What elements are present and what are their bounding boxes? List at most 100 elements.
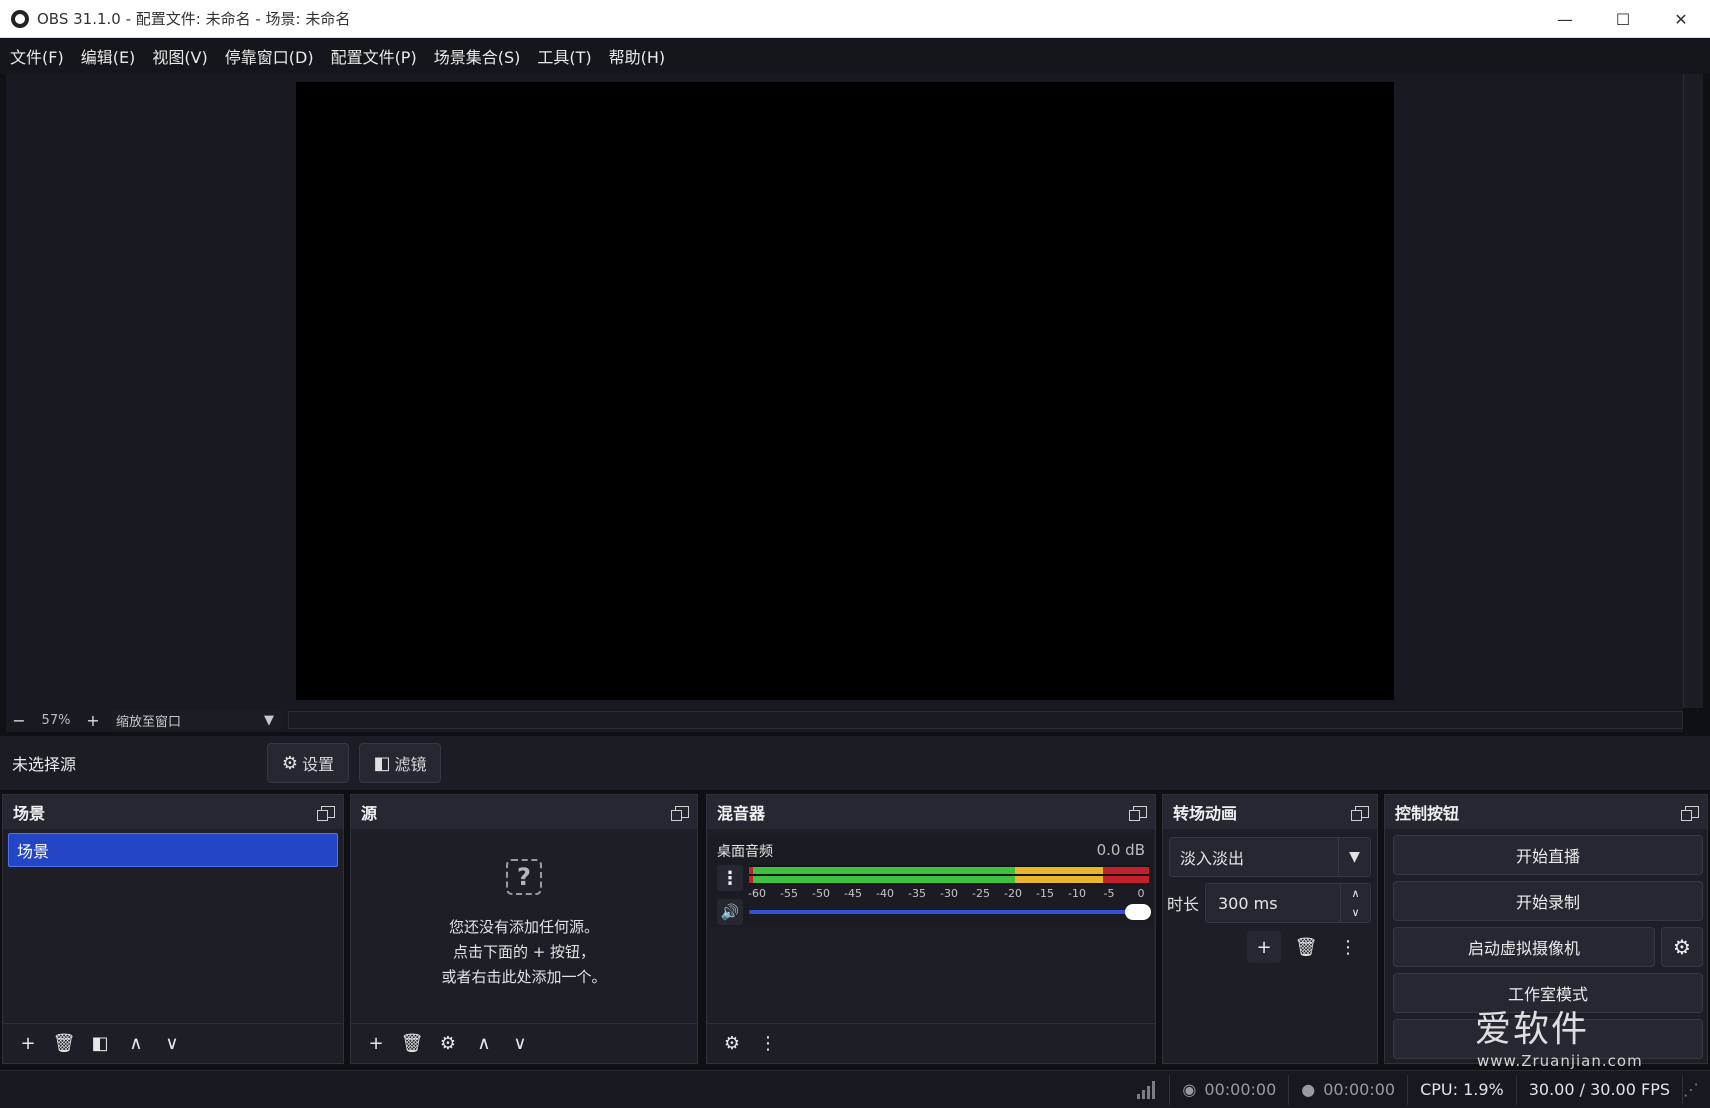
source-properties-gear-icon[interactable]: ⚙ — [431, 1028, 465, 1060]
transition-selected-label: 淡入淡出 — [1180, 849, 1245, 868]
transitions-dock: 转场动画 淡入淡出 ▼ 时长 300 ms ∧ ∨ + 🗑 ⋮ — [1162, 794, 1378, 1064]
meter-bar-red — [1103, 867, 1149, 874]
mixer-dock: 混音器 桌面音频 0.0 dB ⋮ -60 -55 -50 -45 -40 -35 -30-… — [706, 794, 1156, 1064]
source-settings-label: 设置 — [302, 755, 335, 774]
preview-canvas[interactable] — [296, 82, 1394, 700]
add-scene-plus-icon[interactable]: + — [11, 1028, 45, 1060]
sources-dock-title: 源 — [361, 804, 378, 823]
filter-icon: ◧ — [373, 752, 391, 774]
scenes-dock-header: 场景 — [3, 795, 343, 829]
zoom-mode-select[interactable]: 缩放至窗口 ▼ — [112, 710, 282, 730]
undock-icon[interactable] — [317, 806, 335, 821]
duration-label: 时长 — [1167, 895, 1200, 914]
duration-value: 300 ms — [1218, 893, 1278, 913]
mixer-menu-dots-icon[interactable]: ⋮ — [751, 1028, 785, 1060]
mixer-channel-db: 0.0 dB — [1096, 841, 1145, 859]
meter-tick-label: -35 — [908, 887, 926, 900]
record-dot-icon: ● — [1301, 1080, 1316, 1099]
menu-help[interactable]: 帮助(H) — [609, 44, 666, 68]
undock-icon[interactable] — [1681, 806, 1699, 821]
transition-select[interactable]: 淡入淡出 ▼ — [1169, 837, 1371, 877]
menu-edit[interactable]: 编辑(E) — [81, 44, 136, 68]
zoom-out-button[interactable]: − — [6, 711, 32, 730]
source-filters-button[interactable]: ◧ 滤镜 — [359, 743, 441, 783]
speaker-icon[interactable]: 🔊 — [717, 899, 743, 925]
close-button[interactable]: ✕ — [1652, 0, 1710, 38]
duration-spinbox[interactable]: 300 ms ∧ ∨ — [1205, 883, 1371, 923]
cpu-usage: CPU: 1.9% — [1407, 1074, 1516, 1105]
menu-file[interactable]: 文件(F) — [10, 44, 64, 68]
meter-tick-label: -30 — [940, 887, 958, 900]
scene-list-item[interactable]: 场景 — [8, 833, 338, 867]
add-transition-plus-icon[interactable]: + — [1247, 931, 1281, 963]
zoom-in-button[interactable]: + — [80, 711, 106, 730]
scene-filters-icon[interactable]: ◧ — [83, 1028, 117, 1060]
controls-dock: 控制按钮 开始直播 开始录制 启动虚拟摄像机 ⚙ 工作室模式 — [1384, 794, 1708, 1064]
zoom-mode-label: 缩放至窗口 — [116, 714, 182, 730]
sources-empty-line-2: 点击下面的 + 按钮， — [452, 943, 596, 961]
sources-empty-line-3: 或者右击此处添加一个。 — [441, 968, 607, 986]
mixer-dock-title: 混音器 — [717, 804, 766, 823]
menu-profile[interactable]: 配置文件(P) — [331, 44, 417, 68]
question-icon: ? — [506, 859, 542, 895]
studio-mode-button[interactable]: 工作室模式 — [1393, 973, 1703, 1013]
move-scene-down-icon[interactable]: ∨ — [155, 1028, 189, 1060]
mixer-dock-footer: ⚙ ⋮ — [707, 1023, 1155, 1063]
obs-logo-icon — [11, 9, 29, 28]
menu-tools[interactable]: 工具(T) — [537, 44, 591, 68]
transition-menu-dots-icon[interactable]: ⋮ — [1331, 931, 1365, 963]
move-scene-up-icon[interactable]: ∧ — [119, 1028, 153, 1060]
meter-tick-label: -20 — [1004, 887, 1022, 900]
volume-slider-handle[interactable] — [1125, 904, 1151, 920]
add-source-plus-icon[interactable]: + — [359, 1028, 393, 1060]
preview-area[interactable] — [6, 74, 1683, 708]
source-filters-label: 滤镜 — [394, 755, 427, 774]
mixer-channel-name: 桌面音频 — [717, 844, 773, 860]
window-controls: — ☐ ✕ — [1536, 0, 1710, 38]
record-time: 00:00:00 — [1323, 1080, 1396, 1099]
volume-meter — [749, 865, 1149, 885]
start-streaming-button[interactable]: 开始直播 — [1393, 835, 1703, 875]
meter-tick-label: -5 — [1103, 887, 1115, 900]
window-title: OBS 31.1.0 - 配置文件: 未命名 - 场景: 未命名 — [37, 10, 351, 28]
advanced-audio-gear-icon[interactable]: ⚙ — [715, 1028, 749, 1060]
undock-icon[interactable] — [1351, 806, 1369, 821]
transition-buttons: + 🗑 ⋮ — [1163, 931, 1367, 963]
meter-tick-label: -55 — [780, 887, 798, 900]
undock-icon[interactable] — [1129, 806, 1147, 821]
menu-view[interactable]: 视图(V) — [152, 44, 207, 68]
gear-icon: ⚙ — [281, 752, 299, 774]
broadcast-icon: ◉ — [1182, 1080, 1197, 1099]
menu-docks[interactable]: 停靠窗口(D) — [225, 44, 314, 68]
resize-grip-icon[interactable]: ⋰ — [1682, 1074, 1710, 1105]
mixer-channel-menu-dots-icon[interactable]: ⋮ — [717, 865, 743, 891]
minimize-button[interactable]: — — [1536, 0, 1594, 38]
maximize-button[interactable]: ☐ — [1594, 0, 1652, 38]
preview-horizontal-scrollbar[interactable] — [288, 711, 1683, 729]
remove-source-trash-icon[interactable]: 🗑 — [395, 1028, 429, 1060]
start-virtual-camera-button[interactable]: 启动虚拟摄像机 — [1393, 927, 1655, 967]
remove-scene-trash-icon[interactable]: 🗑 — [47, 1028, 81, 1060]
meter-tick-label: -40 — [876, 887, 894, 900]
network-signal — [1125, 1075, 1169, 1105]
controls-dock-title: 控制按钮 — [1395, 804, 1460, 823]
remove-transition-trash-icon[interactable]: 🗑 — [1289, 931, 1323, 963]
start-recording-button[interactable]: 开始录制 — [1393, 881, 1703, 921]
volume-slider[interactable] — [749, 904, 1151, 920]
duration-stepper[interactable]: ∧ ∨ — [1340, 884, 1370, 922]
sources-dock-header: 源 — [351, 795, 697, 829]
chevron-down-icon[interactable]: ∨ — [1351, 906, 1359, 919]
virtual-camera-settings-gear-icon[interactable]: ⚙ — [1661, 927, 1703, 967]
source-settings-button[interactable]: ⚙ 设置 — [267, 743, 349, 783]
move-source-down-icon[interactable]: ∨ — [503, 1028, 537, 1060]
move-source-up-icon[interactable]: ∧ — [467, 1028, 501, 1060]
exit-button[interactable] — [1393, 1019, 1703, 1059]
preview-vertical-scrollbar[interactable] — [1683, 74, 1703, 708]
scenes-dock-footer: + 🗑 ◧ ∧ ∨ — [3, 1023, 343, 1063]
chevron-up-icon[interactable]: ∧ — [1351, 887, 1359, 900]
menu-scene-collection[interactable]: 场景集合(S) — [434, 44, 521, 68]
stream-status: ◉ 00:00:00 — [1169, 1074, 1288, 1105]
undock-icon[interactable] — [671, 806, 689, 821]
meter-tick-label: -50 — [812, 887, 830, 900]
sources-empty-state[interactable]: ? 您还没有添加任何源。 点击下面的 + 按钮， 或者右击此处添加一个。 — [351, 859, 697, 990]
